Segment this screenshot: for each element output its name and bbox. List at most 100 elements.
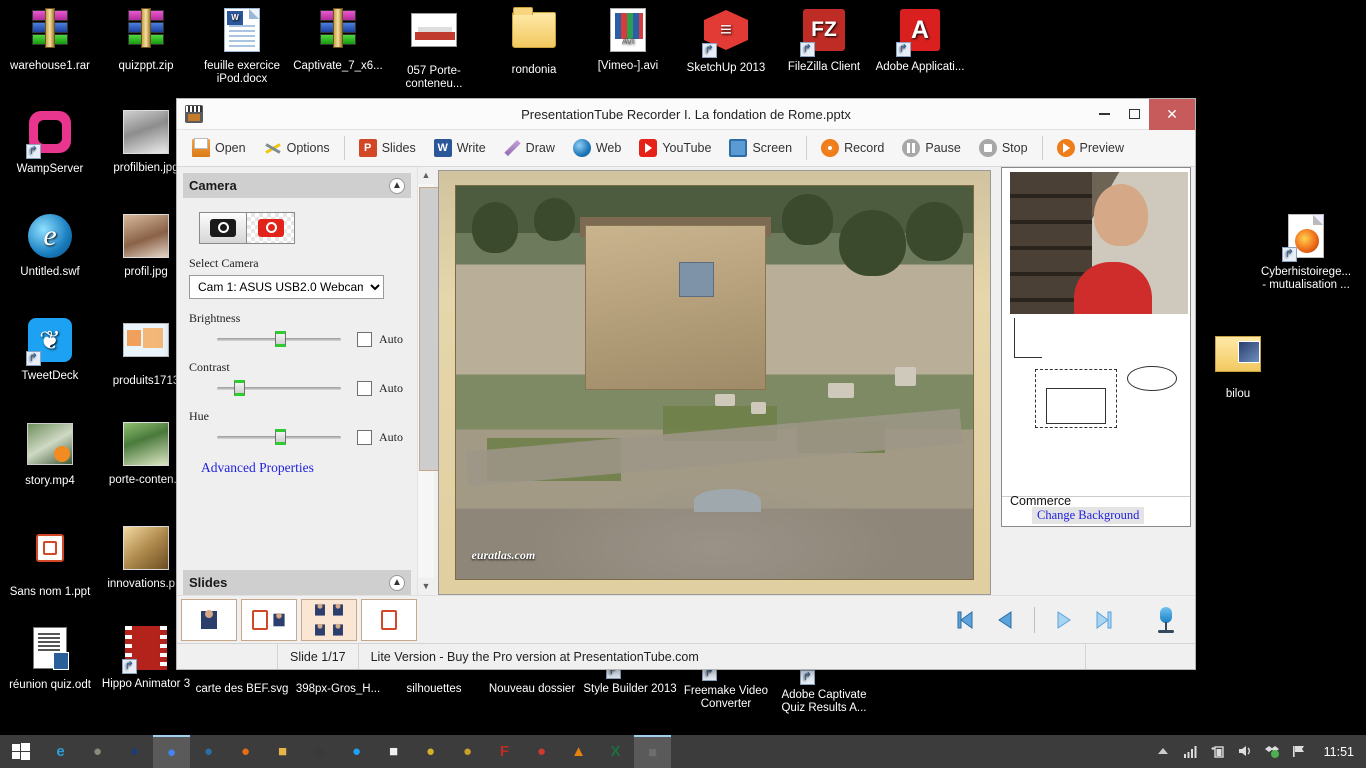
desktop-icon[interactable]: réunion quiz.odt [2,624,98,692]
taskbar-item-filezilla[interactable]: F [486,735,523,768]
network-signal-icon[interactable] [1183,744,1199,760]
taskbar-item-vlc[interactable]: ▲ [560,735,597,768]
toolbar-button-draw[interactable]: Draw [495,137,564,159]
change-background-link[interactable]: Change Background [1032,507,1145,524]
window-title-bar[interactable]: PresentationTube Recorder I. La fondatio… [177,98,1195,130]
desktop-icon[interactable]: rondonia [486,6,582,77]
taskbar-item-gimp[interactable]: ● [79,735,116,768]
maximize-button[interactable] [1119,99,1149,130]
desktop-icon[interactable]: A Adobe Applicati... [872,6,968,74]
taskbar-item-audacity[interactable]: ● [116,735,153,768]
last-slide-button[interactable] [1093,609,1115,631]
toolbar-button-web[interactable]: Web [564,137,630,159]
taskbar-item-presentationtube[interactable]: ■ [634,735,671,768]
taskbar-item-explorer-blue[interactable]: ● [190,735,227,768]
slide-area: euratlas.com [434,167,997,595]
advanced-properties-link[interactable]: Advanced Properties [201,460,405,476]
taskbar-item-hippo-animator[interactable]: ● [412,735,449,768]
auto-checkbox-group[interactable]: Auto [357,331,403,347]
layout-slide-video[interactable] [241,598,297,641]
microphone-button[interactable] [1155,606,1177,633]
toolbar-button-pause[interactable]: Pause [893,137,969,159]
desktop-icon[interactable]: ❦ TweetDeck [2,316,98,383]
camera-preview-panel[interactable]: Commerce Change Background [1001,167,1191,527]
next-slide-button[interactable] [1053,609,1075,631]
auto-checkbox[interactable] [357,380,372,396]
battery-icon[interactable] [1210,744,1226,760]
desktop-icon[interactable]: warehouse1.rar [2,6,98,73]
chevron-up-icon[interactable]: ▲ [389,177,405,194]
camera-select[interactable]: Cam 1: ASUS USB2.0 Webcam [189,275,384,299]
desktop-icon[interactable]: Sans nom 1.ppt [2,524,98,599]
layout-slide-only[interactable] [361,598,417,641]
auto-checkbox[interactable] [357,331,372,347]
desktop-icon[interactable]: Cyberhistoirege... - mutualisation ... [1258,212,1354,292]
sketchup-icon: ≡ [702,10,750,58]
desktop-icon[interactable]: quizppt.zip [98,6,194,73]
taskbar-item-tweetdeck[interactable]: ● [338,735,375,768]
taskbar-item-captivate[interactable]: ● [449,735,486,768]
desktop-icon[interactable]: FZ FileZilla Client [776,6,872,74]
slider-thumb[interactable] [275,429,287,445]
toolbar-button-stop[interactable]: Stop [970,137,1037,159]
chevron-up-icon[interactable]: ▲ [389,574,405,591]
toolbar-button-screen[interactable]: Screen [720,137,801,159]
camera-snapshot-button[interactable] [199,212,247,244]
toolbar-button-youtube[interactable]: YouTube [630,137,720,159]
toolbar-button-preview[interactable]: Preview [1048,137,1133,159]
taskbar-item-excel[interactable]: X [597,735,634,768]
minimize-button[interactable] [1089,99,1119,130]
desktop-icon[interactable]: WampServer [2,108,98,176]
slider-contrast[interactable] [217,379,341,397]
desktop-icon[interactable]: ≡ SketchUp 2013 [678,6,774,75]
left-panel-scrollbar[interactable]: ▲ ▼ [417,167,475,595]
slider-hue[interactable] [217,428,341,446]
slides-section-header[interactable]: Slides ▲ [183,570,411,595]
taskbar-item-google-chrome[interactable]: ● [153,735,190,768]
start-button[interactable] [0,735,42,768]
speaker-icon[interactable] [1237,744,1253,760]
flag-icon[interactable] [1291,744,1307,760]
dropbox-icon[interactable] [1264,744,1280,760]
camera-section-header[interactable]: Camera ▲ [183,173,411,198]
slider-brightness[interactable] [217,330,341,348]
desktop-icon[interactable]: bilou [1190,330,1286,401]
scroll-down-arrow[interactable]: ▼ [418,578,434,595]
desktop-icon[interactable]: story.mp4 [2,420,98,488]
slider-thumb[interactable] [275,331,287,347]
close-button[interactable]: ✕ [1149,98,1195,130]
camera-record-button[interactable] [247,212,295,244]
toolbar-button-open[interactable]: Open [183,137,255,159]
taskbar[interactable]: e ● ● ● ● ● ■ ◆ ● ■ ● ● F ● ▲ X ■ 11:51 [0,735,1366,768]
taskbar-clock[interactable]: 11:51 [1318,745,1354,759]
taskbar-item-sketchup[interactable]: ◆ [301,735,338,768]
scroll-up-arrow[interactable]: ▲ [418,167,434,184]
slide-canvas[interactable]: euratlas.com [438,170,991,595]
toolbar-button-options[interactable]: Options [255,137,339,159]
toolbar-button-slides[interactable]: P Slides [350,137,425,159]
desktop-icon[interactable]: AVI [Vimeo-].avi [580,6,676,73]
scrollbar-track[interactable] [418,184,475,578]
desktop-icon[interactable]: Untitled.swf [2,212,98,279]
show-hidden-icons-button[interactable] [1156,744,1172,760]
taskbar-item-internet-explorer[interactable]: e [42,735,79,768]
toolbar-button-record[interactable]: Record [812,137,893,159]
layout-four-up[interactable] [301,598,357,641]
layout-video-only[interactable] [181,598,237,641]
toolbar-button-write[interactable]: W Write [425,137,495,159]
desktop-icon[interactable]: Captivate_7_x6... [290,6,386,73]
first-slide-button[interactable] [954,609,976,631]
previous-slide-button[interactable] [994,609,1016,631]
presentationtube-recorder-window[interactable]: PresentationTube Recorder I. La fondatio… [176,98,1196,670]
auto-checkbox[interactable] [357,429,372,445]
taskbar-item-notepad[interactable]: ■ [375,735,412,768]
taskbar-item-firefox[interactable]: ● [227,735,264,768]
taskbar-item-opera[interactable]: ● [523,735,560,768]
auto-checkbox-group[interactable]: Auto [357,380,403,396]
auto-checkbox-group[interactable]: Auto [357,429,403,445]
whiteboard-drawing[interactable] [1010,314,1188,498]
desktop-icon[interactable]: 057 Porte-conteneu... [386,6,482,91]
desktop-icon[interactable]: Wfeuille exercice iPod.docx [194,6,290,86]
taskbar-item-file-explorer[interactable]: ■ [264,735,301,768]
slider-thumb[interactable] [234,380,246,396]
